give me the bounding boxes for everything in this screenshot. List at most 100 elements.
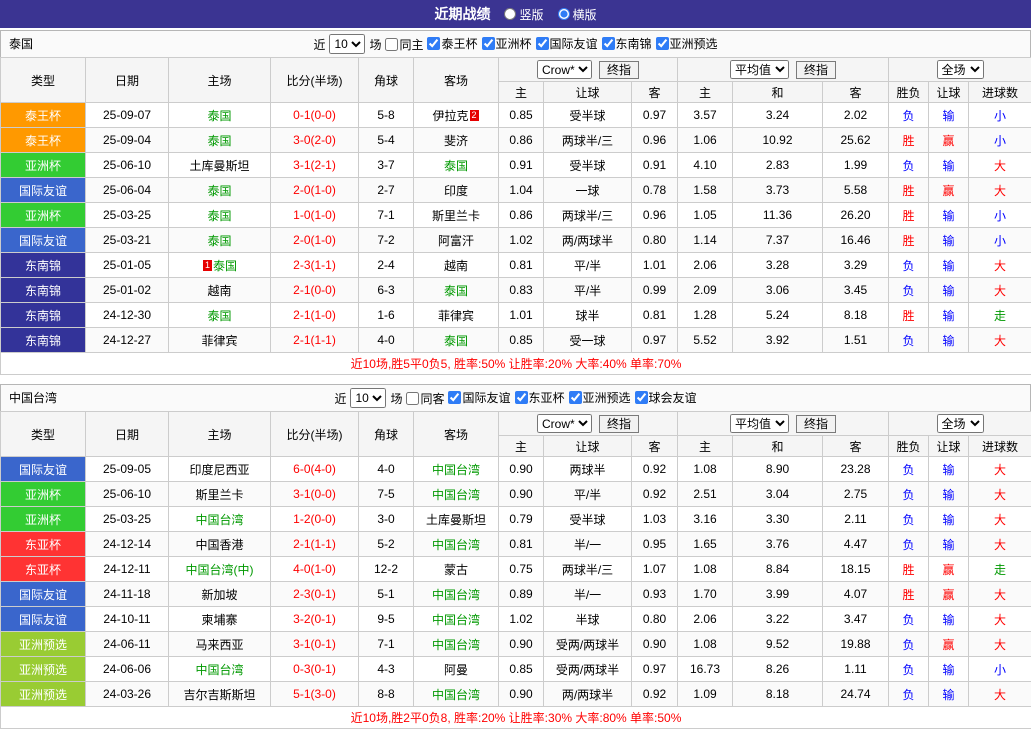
competition-badge: 国际友谊 — [0, 177, 86, 203]
same-side-checkbox-input[interactable] — [385, 37, 399, 51]
avg-away-cell: 16.46 — [821, 227, 890, 253]
competition-filter-checkbox-input[interactable] — [655, 37, 669, 50]
competition-filter-checkbox[interactable]: 球会友谊 — [634, 389, 697, 406]
away-odds-cell: 0.90 — [631, 631, 678, 657]
handicap-cell: 受半球 — [543, 152, 632, 178]
avg-away-cell: 23.28 — [821, 456, 890, 482]
competition-filter-checkbox-input[interactable] — [448, 391, 462, 404]
layout-horizontal-radio-input[interactable] — [557, 8, 570, 20]
avg-away-cell: 8.18 — [821, 302, 890, 328]
competition-filter-checkbox[interactable]: 东南锦 — [601, 35, 652, 52]
final-odds-button[interactable]: 终指 — [796, 414, 837, 433]
goals-result-cell: 大 — [968, 531, 1031, 557]
competition-filter-checkbox[interactable]: 泰王杯 — [427, 35, 478, 52]
team-label: 中国台湾 — [195, 662, 244, 677]
match-date: 25-03-25 — [85, 506, 169, 532]
col-score: 比分(半场) — [270, 411, 359, 457]
winloss-result-cell: 负 — [888, 531, 930, 557]
away-odds-cell: 0.95 — [631, 531, 678, 557]
average-select[interactable]: 平均值 — [730, 414, 789, 433]
competition-filter-checkbox-input[interactable] — [427, 37, 441, 50]
competition-filter-label: 亚洲预选 — [669, 37, 718, 51]
average-group-header: 平均值 终指 — [676, 411, 890, 436]
team-section-taiwan: 中国台湾 近 10 场 同客 国际友谊 东亚杯 亚洲预选 球会友谊 类型 日期 主场 … — [0, 384, 1031, 729]
home-team-cell: 泰国 — [168, 177, 271, 203]
winloss-result-cell: 胜 — [888, 581, 930, 607]
team-label: 土库曼斯坦 — [189, 158, 250, 173]
competition-filter-checkbox-input[interactable] — [601, 37, 615, 50]
avg-draw-cell: 3.28 — [732, 252, 823, 278]
near-label: 近 — [334, 391, 347, 406]
col-avg-draw: 和 — [732, 81, 823, 103]
layout-vertical-radio-input[interactable] — [504, 8, 517, 20]
same-side-checkbox[interactable]: 同主 — [385, 36, 423, 53]
corner-cell: 4-0 — [358, 456, 414, 482]
recent-count-select[interactable]: 10 — [329, 34, 366, 54]
avg-draw-cell: 10.92 — [732, 127, 823, 153]
match-row: 国际友谊 25-03-21 泰国 2-0(1-0) 7-2 阿富汗 1.02 两/两球半 0.8… — [0, 227, 1031, 253]
col-home: 主场 — [168, 57, 271, 103]
avg-draw-cell: 8.26 — [732, 656, 823, 682]
avg-away-cell: 1.99 — [821, 152, 890, 178]
col-score: 比分(半场) — [270, 57, 359, 103]
corner-cell: 6-3 — [358, 277, 414, 303]
home-odds-cell: 0.85 — [498, 102, 544, 128]
avg-away-cell: 2.11 — [821, 506, 890, 532]
bookmaker-group-header: Crow* 终指 — [498, 411, 678, 436]
bookmaker-group-header: Crow* 终指 — [498, 57, 678, 82]
avg-home-cell: 1.08 — [677, 456, 733, 482]
layout-horizontal-radio[interactable]: 横版 — [557, 6, 597, 23]
winloss-result-cell: 负 — [888, 102, 930, 128]
scope-select[interactable]: 全场 — [936, 60, 984, 79]
competition-filter-checkbox-input[interactable] — [514, 391, 528, 404]
team-label: 泰国 — [213, 258, 238, 273]
away-team-cell: 泰国 — [413, 277, 499, 303]
home-team-cell: 中国台湾 — [168, 506, 271, 532]
competition-filter-checkbox-input[interactable] — [634, 391, 648, 404]
match-date: 25-06-10 — [85, 481, 169, 507]
scope-select[interactable]: 全场 — [936, 414, 984, 433]
competition-filter-checkbox-input[interactable] — [535, 37, 549, 50]
avg-away-cell: 1.51 — [821, 327, 890, 353]
avg-draw-cell: 5.24 — [732, 302, 823, 328]
competition-badge: 国际友谊 — [0, 456, 86, 482]
near-label: 近 — [313, 37, 326, 52]
corner-cell: 3-0 — [358, 506, 414, 532]
col-corner: 角球 — [358, 57, 414, 103]
team-label: 马来西亚 — [195, 637, 244, 652]
competition-filter-checkbox[interactable]: 东亚杯 — [514, 389, 565, 406]
corner-cell: 12-2 — [358, 556, 414, 582]
same-side-checkbox[interactable]: 同客 — [406, 390, 444, 407]
away-odds-cell: 0.97 — [631, 656, 678, 682]
competition-filter-checkbox-input[interactable] — [568, 391, 582, 404]
competition-filter-checkbox[interactable]: 亚洲预选 — [655, 35, 718, 52]
score-cell: 4-0(1-0) — [270, 556, 359, 582]
avg-home-cell: 3.57 — [677, 102, 733, 128]
team-label: 中国台湾 — [431, 612, 480, 627]
recent-count-select[interactable]: 10 — [350, 388, 387, 408]
bookmaker-select[interactable]: Crow* — [536, 414, 592, 433]
same-side-checkbox-input[interactable] — [406, 391, 420, 405]
competition-filter-checkbox[interactable]: 亚洲杯 — [481, 35, 532, 52]
home-odds-cell: 0.90 — [498, 631, 544, 657]
competition-badge: 亚洲预选 — [0, 631, 86, 657]
average-select[interactable]: 平均值 — [730, 60, 789, 79]
match-date: 24-03-26 — [85, 681, 169, 707]
corner-cell: 7-1 — [358, 631, 414, 657]
avg-home-cell: 2.51 — [677, 481, 733, 507]
final-odds-button[interactable]: 终指 — [796, 60, 837, 79]
competition-filter-label: 国际友谊 — [462, 391, 511, 405]
avg-home-cell: 2.06 — [677, 606, 733, 632]
layout-vertical-radio[interactable]: 竖版 — [504, 6, 544, 23]
final-odds-button[interactable]: 终指 — [598, 60, 639, 79]
bookmaker-select[interactable]: Crow* — [536, 60, 592, 79]
competition-filter-checkbox[interactable]: 国际友谊 — [448, 389, 511, 406]
final-odds-button[interactable]: 终指 — [598, 414, 639, 433]
competition-filter-checkbox-input[interactable] — [481, 37, 495, 50]
team-label: 中国台湾 — [431, 487, 480, 502]
competition-filter-checkbox[interactable]: 国际友谊 — [535, 35, 598, 52]
score-cell: 2-1(1-1) — [270, 531, 359, 557]
avg-draw-cell: 8.18 — [732, 681, 823, 707]
goals-result-cell: 大 — [968, 606, 1031, 632]
competition-filter-checkbox[interactable]: 亚洲预选 — [568, 389, 631, 406]
